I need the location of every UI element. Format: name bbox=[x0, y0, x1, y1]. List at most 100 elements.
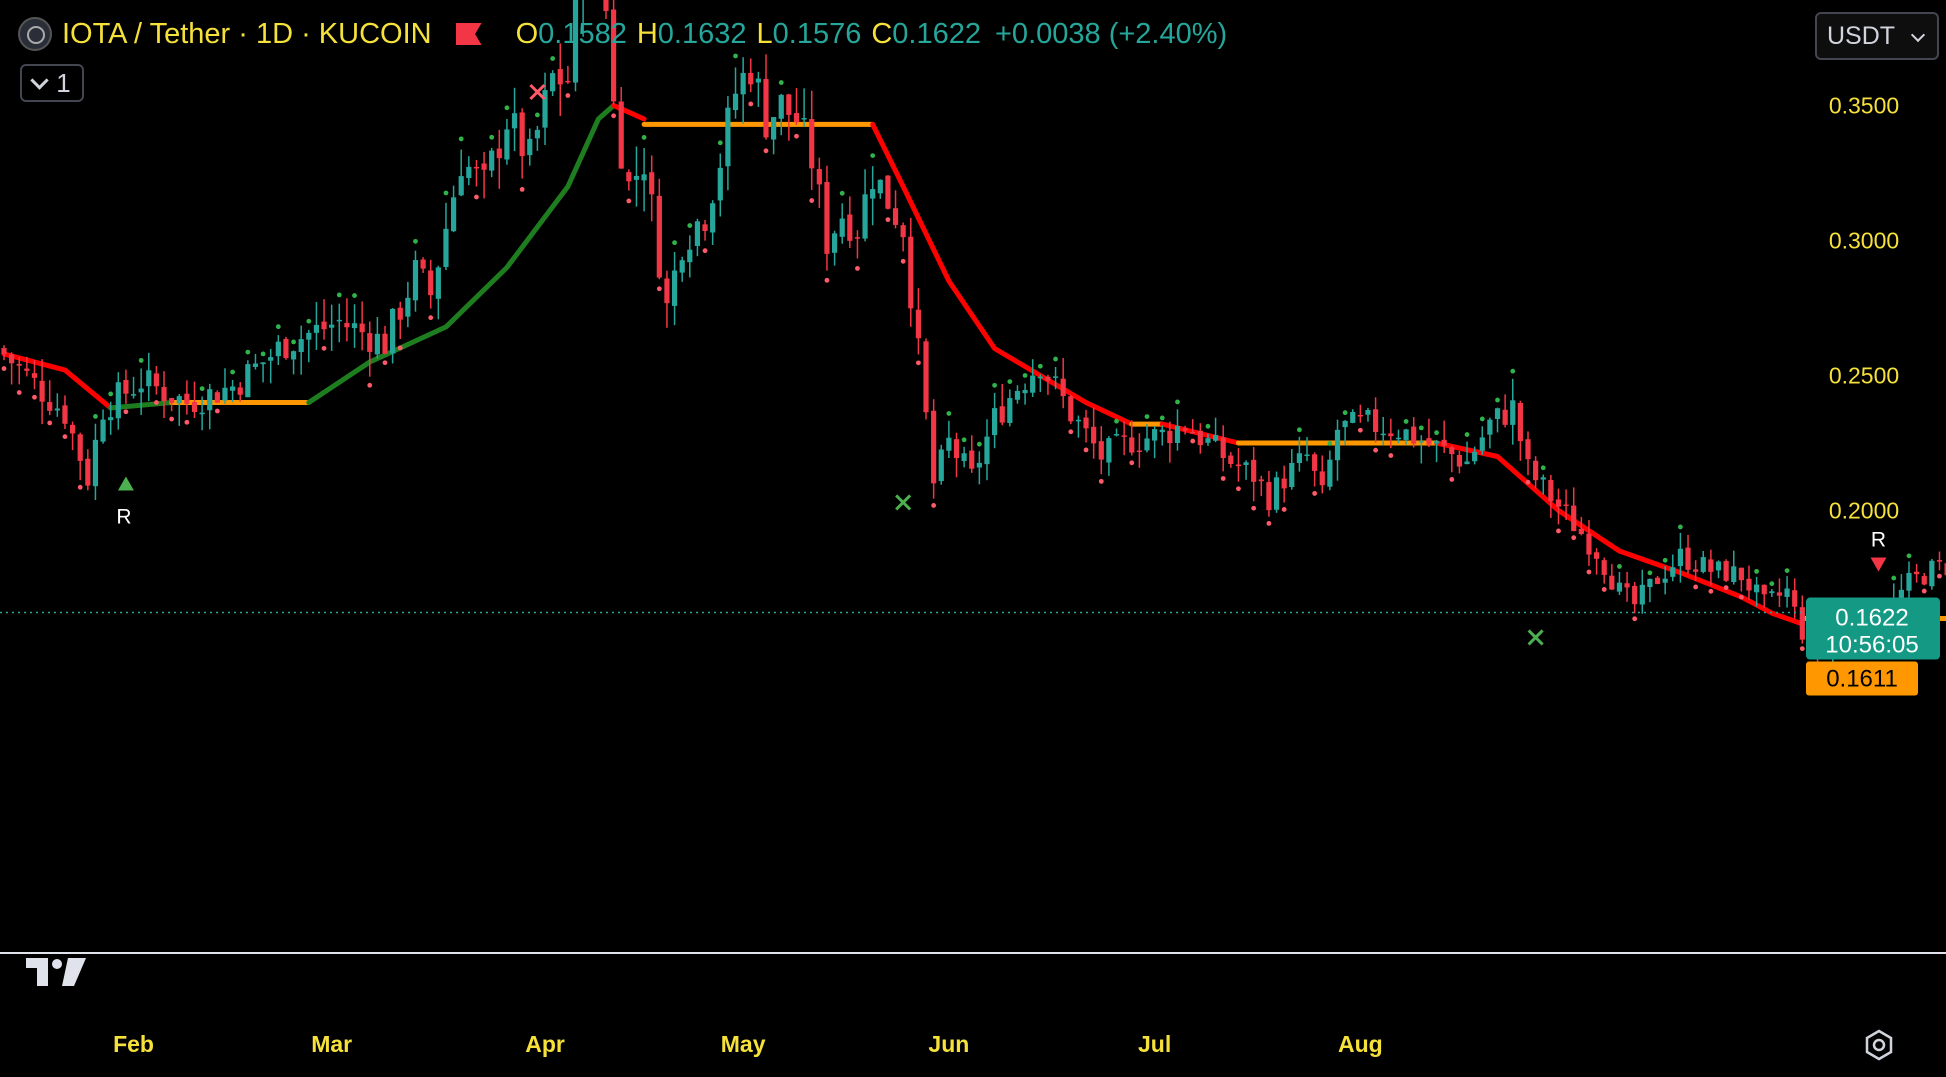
candle bbox=[253, 364, 258, 367]
candle bbox=[78, 434, 83, 461]
candle bbox=[93, 440, 98, 486]
candle bbox=[550, 73, 555, 91]
currency-select[interactable]: USDT bbox=[1815, 12, 1939, 60]
candle bbox=[817, 169, 822, 184]
candle bbox=[1396, 438, 1401, 440]
candle bbox=[200, 413, 205, 415]
buy-triangle-icon bbox=[118, 477, 134, 491]
signal-dot bbox=[1190, 439, 1195, 444]
signal-dot bbox=[1754, 569, 1759, 574]
candle bbox=[1792, 590, 1797, 606]
signal-dot bbox=[1465, 432, 1470, 437]
y-tick-label: 0.3500 bbox=[1829, 93, 1899, 119]
candle bbox=[878, 180, 883, 193]
candle bbox=[1106, 438, 1111, 462]
signal-dot bbox=[946, 411, 951, 416]
signal-dot bbox=[1495, 398, 1500, 403]
price-chart[interactable]: RRR 0.40000.35000.30000.25000.2000 FebMa… bbox=[0, 0, 1946, 1072]
candle bbox=[641, 174, 646, 180]
candle bbox=[32, 373, 37, 378]
symbol-logo-icon[interactable] bbox=[18, 17, 52, 51]
candle bbox=[215, 392, 220, 402]
candle bbox=[870, 189, 875, 199]
candle bbox=[1053, 376, 1058, 378]
candle bbox=[24, 369, 29, 371]
signal-dot bbox=[550, 56, 555, 61]
candle bbox=[459, 176, 464, 195]
x-tick-label: Mar bbox=[311, 1031, 352, 1057]
signal-dot bbox=[1129, 460, 1134, 465]
chart-area[interactable]: RRR 0.40000.35000.30000.25000.2000 FebMa… bbox=[0, 0, 1946, 1072]
candle bbox=[421, 260, 426, 269]
signal-dot bbox=[764, 148, 769, 153]
candle bbox=[1282, 479, 1287, 489]
candle bbox=[1144, 438, 1149, 450]
signal-dot bbox=[367, 383, 372, 388]
symbol-title[interactable]: IOTA / Tether · 1D · KUCOIN bbox=[62, 18, 432, 51]
candle bbox=[840, 219, 845, 237]
ohlc-close-key: C bbox=[871, 18, 892, 51]
signal-dot bbox=[1891, 576, 1896, 581]
candle bbox=[992, 408, 997, 435]
signal-dot bbox=[1663, 558, 1668, 563]
signal-dot bbox=[154, 400, 159, 405]
candle bbox=[1624, 583, 1629, 587]
signal-dot bbox=[1145, 414, 1150, 419]
signal-dot bbox=[428, 315, 433, 320]
candle bbox=[954, 439, 959, 458]
signal-dot bbox=[169, 417, 174, 422]
signal-dot bbox=[1373, 448, 1378, 453]
candle bbox=[1518, 403, 1523, 441]
candle bbox=[1274, 477, 1279, 509]
signal-dot bbox=[1312, 491, 1317, 496]
candle bbox=[1221, 437, 1226, 458]
candle bbox=[276, 342, 281, 356]
x-tick-label: May bbox=[721, 1031, 766, 1057]
tradingview-logo-icon[interactable] bbox=[24, 954, 90, 990]
candle bbox=[1503, 410, 1508, 425]
flag-icon[interactable] bbox=[456, 23, 482, 45]
candle bbox=[1670, 567, 1675, 577]
settings-icon[interactable] bbox=[1862, 1028, 1896, 1062]
candle bbox=[1160, 430, 1165, 432]
signal-dot bbox=[1632, 616, 1637, 621]
signal-dot bbox=[703, 248, 708, 253]
candle bbox=[192, 402, 197, 412]
candle bbox=[55, 408, 60, 410]
signal-dot bbox=[1206, 424, 1211, 429]
candle bbox=[1190, 432, 1195, 434]
signal-dot bbox=[1541, 465, 1546, 470]
candle bbox=[908, 237, 913, 309]
candle bbox=[672, 271, 677, 306]
candle bbox=[1487, 420, 1492, 435]
candle bbox=[329, 325, 334, 328]
candle bbox=[1358, 415, 1363, 417]
candle bbox=[1320, 471, 1325, 485]
candle bbox=[1937, 560, 1942, 562]
indicators-toggle-button[interactable]: 1 bbox=[20, 64, 84, 102]
signal-dot bbox=[1937, 574, 1942, 579]
candle bbox=[756, 79, 761, 83]
signal-dot bbox=[886, 217, 891, 222]
candle bbox=[695, 221, 700, 246]
candle bbox=[862, 194, 867, 238]
candle bbox=[702, 224, 707, 231]
candle bbox=[520, 112, 525, 156]
signal-dot bbox=[748, 102, 753, 107]
signal-dot bbox=[1267, 521, 1272, 526]
candle bbox=[725, 108, 730, 167]
signal-dot bbox=[825, 278, 830, 283]
last-price-label: 0.1622 10:56:05 bbox=[1806, 598, 1940, 660]
candle bbox=[1602, 560, 1607, 575]
candle bbox=[916, 310, 921, 339]
candle bbox=[1213, 435, 1218, 441]
signal-dot bbox=[1617, 564, 1622, 569]
candle bbox=[1198, 431, 1203, 445]
indicator-price-label: 0.1611 bbox=[1806, 662, 1918, 696]
candle bbox=[619, 102, 624, 169]
candle bbox=[786, 94, 791, 115]
signal-dot bbox=[611, 113, 616, 118]
candle bbox=[847, 215, 852, 241]
candle bbox=[1632, 586, 1637, 604]
candle bbox=[1731, 566, 1736, 582]
